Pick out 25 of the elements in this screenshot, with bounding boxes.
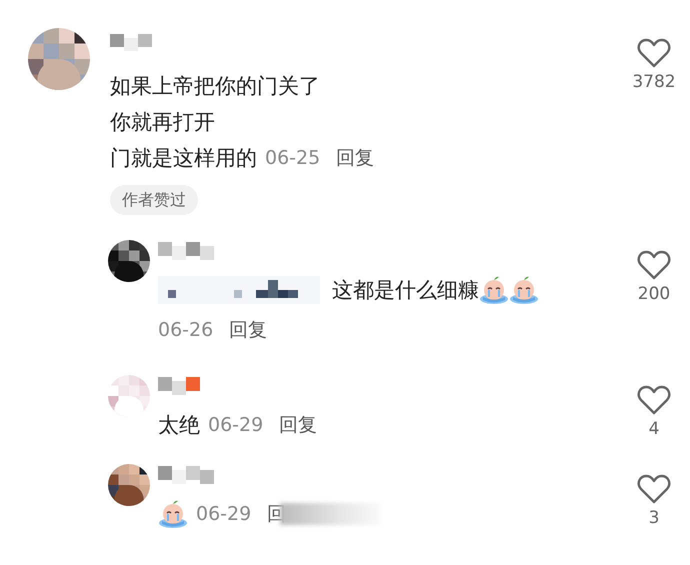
crying-emoji-icon bbox=[158, 499, 188, 529]
pixelated-username bbox=[110, 34, 152, 51]
like-count: 3 bbox=[648, 508, 660, 528]
like-count: 3782 bbox=[632, 72, 676, 92]
comment-text: 你就再打开 bbox=[110, 109, 215, 136]
comment-date: 06-29 bbox=[196, 502, 252, 527]
comment-date: 06-29 bbox=[208, 413, 264, 438]
comment-text: 太绝 bbox=[158, 412, 200, 439]
reply-link[interactable]: 回复 bbox=[229, 310, 268, 350]
heart-icon[interactable] bbox=[637, 38, 671, 68]
reply-link[interactable]: 回复 bbox=[279, 405, 318, 445]
crying-emoji-icon bbox=[509, 275, 539, 305]
comment-date: 06-26 bbox=[158, 318, 214, 343]
heart-icon[interactable] bbox=[637, 250, 671, 280]
like-count: 200 bbox=[638, 284, 670, 304]
comment-text: 门就是这样用的 bbox=[110, 145, 257, 172]
crying-emoji-icon bbox=[479, 275, 509, 305]
author-liked-badge: 作者赞过 bbox=[110, 185, 198, 215]
heart-icon[interactable] bbox=[637, 474, 671, 504]
comment-date: 06-25 bbox=[265, 146, 320, 171]
comment-text: 这都是什么细糠 bbox=[332, 277, 479, 304]
like-count: 4 bbox=[648, 419, 660, 439]
reply-link[interactable]: 回复 bbox=[336, 140, 374, 176]
comment-text: 如果上帝把你的门关了 bbox=[110, 73, 320, 100]
heart-icon[interactable] bbox=[637, 385, 671, 415]
